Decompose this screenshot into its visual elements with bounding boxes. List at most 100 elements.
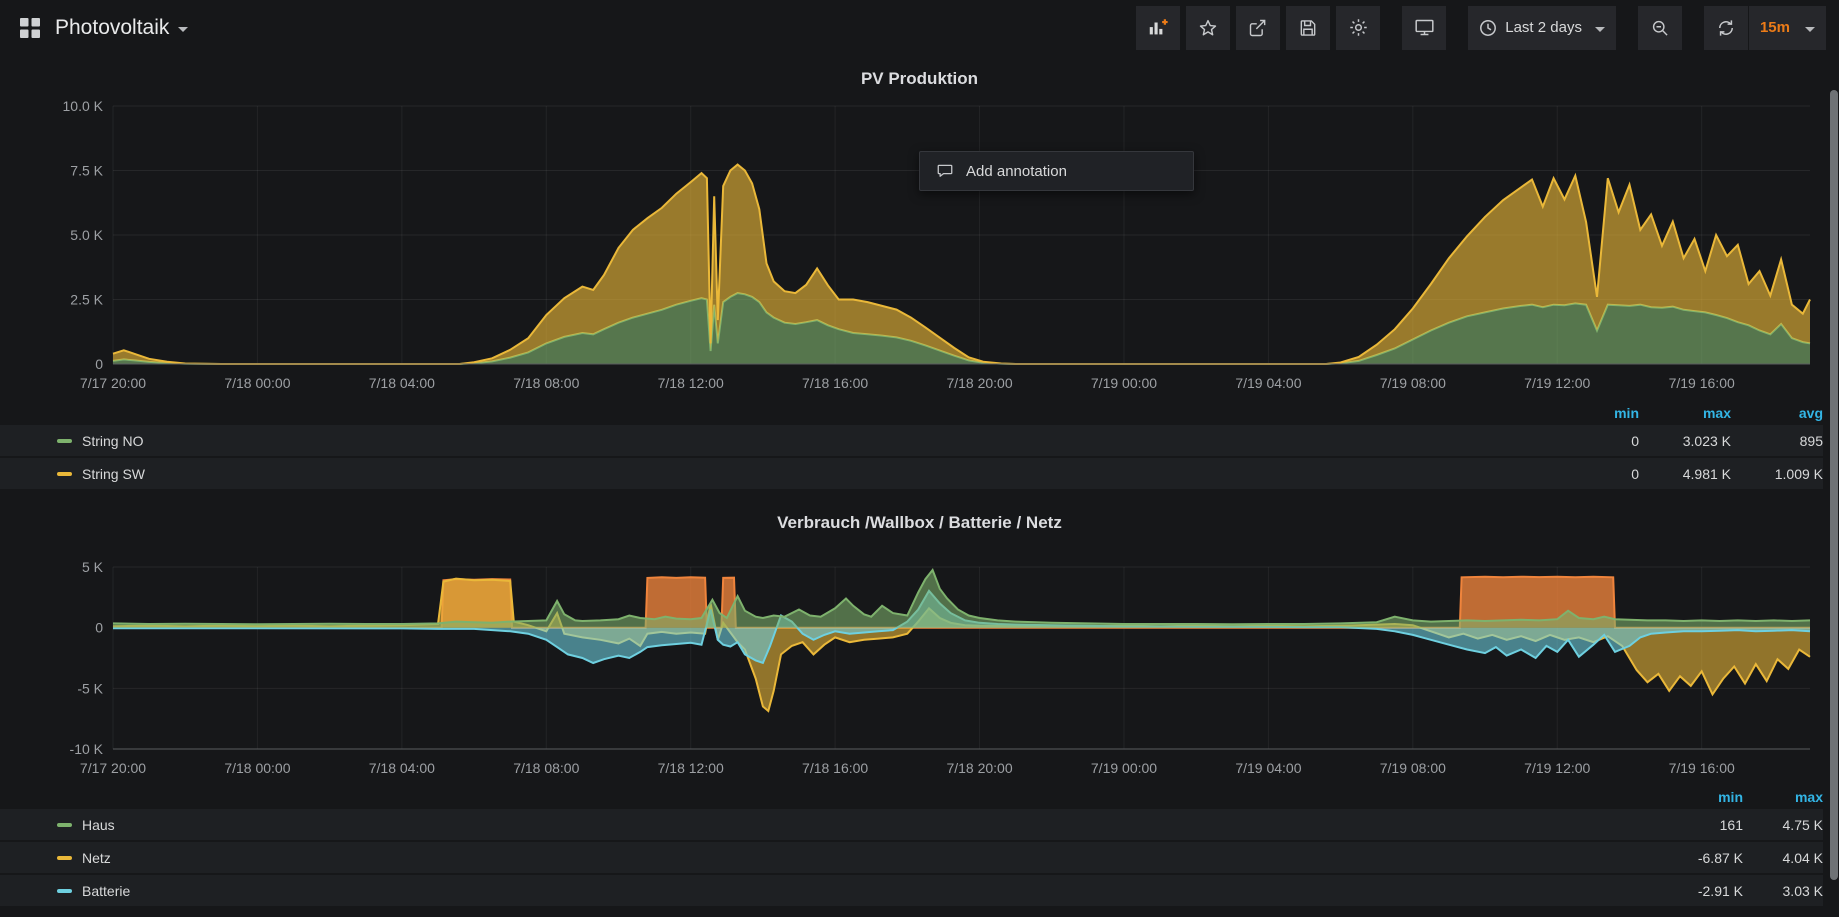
legend-column-header-avg[interactable]: avg bbox=[1731, 405, 1823, 421]
star-icon bbox=[1198, 18, 1218, 38]
legend-series-toggle-batterie[interactable]: Batterie bbox=[57, 883, 1663, 899]
top-navbar: Photovoltaik bbox=[0, 0, 1839, 55]
verbrauch-graph[interactable]: 7/17 20:00 7/18 00:00 7/18 04:00 7/18 08:00… bbox=[0, 533, 1839, 785]
add-panel-button[interactable] bbox=[1136, 6, 1180, 50]
panel-title-verbrauch[interactable]: Verbrauch /Wallbox / Batterie / Netz bbox=[0, 513, 1839, 533]
time-range-label: Last 2 days bbox=[1505, 19, 1582, 36]
cycle-view-mode-button[interactable] bbox=[1402, 6, 1446, 50]
series-color-swatch bbox=[57, 823, 72, 827]
legend-column-header-min[interactable]: min bbox=[1547, 405, 1639, 421]
share-icon bbox=[1248, 18, 1268, 38]
legend-stat-min-haus: 161 bbox=[1663, 817, 1743, 833]
chevron-down-icon bbox=[1805, 27, 1815, 32]
legend-stat-min-string-sw: 0 bbox=[1547, 466, 1639, 482]
add-annotation-label: Add annotation bbox=[966, 163, 1067, 180]
series-color-swatch bbox=[57, 472, 72, 476]
x-axis-tick-label: 7/18 08:00 bbox=[513, 760, 579, 776]
x-axis-tick-label: 7/18 20:00 bbox=[946, 760, 1012, 776]
add-panel-icon bbox=[1147, 17, 1169, 39]
x-axis-tick-label: 7/18 20:00 bbox=[946, 375, 1012, 391]
refresh-picker: 15m bbox=[1704, 6, 1826, 50]
y-axis-tick-label: -5 K bbox=[77, 680, 103, 696]
x-axis-tick-label: 7/19 08:00 bbox=[1380, 760, 1446, 776]
legend-series-toggle-netz[interactable]: Netz bbox=[57, 850, 1663, 866]
x-axis-tick-label: 7/18 00:00 bbox=[224, 375, 290, 391]
series-color-swatch bbox=[57, 439, 72, 443]
series-name: Netz bbox=[82, 850, 111, 866]
legend-header-row: minmaxavg bbox=[0, 401, 1823, 425]
refresh-interval-dropdown[interactable]: 15m bbox=[1749, 6, 1826, 50]
save-dashboard-button[interactable] bbox=[1286, 6, 1330, 50]
panel-title-pv-produktion[interactable]: PV Produktion bbox=[0, 69, 1839, 89]
legend-stat-min-string-no: 0 bbox=[1547, 433, 1639, 449]
refresh-icon bbox=[1716, 18, 1736, 38]
x-axis-tick-label: 7/18 00:00 bbox=[224, 760, 290, 776]
legend-column-header-max[interactable]: max bbox=[1743, 789, 1823, 805]
dashboard-title: Photovoltaik bbox=[55, 16, 169, 40]
verbrauch-legend: minmaxHaus1614.75 KNetz-6.87 K4.04 KBatt… bbox=[0, 785, 1839, 906]
y-axis-tick-label: 2.5 K bbox=[70, 292, 103, 308]
refresh-now-button[interactable] bbox=[1704, 6, 1748, 50]
legend-stat-max-string-no: 3.023 K bbox=[1639, 433, 1731, 449]
x-axis-tick-label: 7/18 16:00 bbox=[802, 760, 868, 776]
x-axis-tick-label: 7/18 12:00 bbox=[658, 760, 724, 776]
legend-series-toggle-haus[interactable]: Haus bbox=[57, 817, 1663, 833]
gear-icon bbox=[1348, 17, 1369, 38]
x-axis-tick-label: 7/19 04:00 bbox=[1235, 375, 1301, 391]
legend-column-header-max[interactable]: max bbox=[1639, 405, 1731, 421]
legend-row-string-sw: String SW04.981 K1.009 K bbox=[0, 458, 1823, 489]
pv-produktion-legend: minmaxavgString NO03.023 K895String SW04… bbox=[0, 401, 1839, 489]
legend-stat-max-haus: 4.75 K bbox=[1743, 817, 1823, 833]
time-range-picker[interactable]: Last 2 days bbox=[1468, 6, 1616, 50]
legend-row-netz: Netz-6.87 K4.04 K bbox=[0, 842, 1823, 873]
star-dashboard-button[interactable] bbox=[1186, 6, 1230, 50]
legend-stat-max-batterie: 3.03 K bbox=[1743, 883, 1823, 899]
legend-row-batterie: Batterie -2.91 K3.03 K bbox=[0, 875, 1823, 906]
x-axis-tick-label: 7/19 00:00 bbox=[1091, 760, 1157, 776]
legend-row-string-no: String NO 03.023 K895 bbox=[0, 425, 1823, 456]
legend-series-toggle-string-sw[interactable]: String SW bbox=[57, 466, 1547, 482]
series-color-swatch bbox=[57, 889, 72, 893]
x-axis-tick-label: 7/19 12:00 bbox=[1524, 760, 1590, 776]
chevron-down-icon bbox=[1595, 27, 1605, 32]
dashboard-grid-icon[interactable] bbox=[18, 16, 42, 40]
x-axis-tick-label: 7/18 04:00 bbox=[369, 375, 435, 391]
share-dashboard-button[interactable] bbox=[1236, 6, 1280, 50]
monitor-icon bbox=[1414, 17, 1435, 38]
x-axis-tick-label: 7/18 08:00 bbox=[513, 375, 579, 391]
series-name: Batterie bbox=[82, 883, 130, 899]
x-axis-tick-label: 7/18 12:00 bbox=[658, 375, 724, 391]
x-axis-tick-label: 7/17 20:00 bbox=[80, 760, 146, 776]
x-axis-tick-label: 7/17 20:00 bbox=[80, 375, 146, 391]
legend-column-header-min[interactable]: min bbox=[1663, 789, 1743, 805]
add-annotation-menu-item[interactable]: Add annotation bbox=[919, 151, 1194, 191]
x-axis-tick-label: 7/19 00:00 bbox=[1091, 375, 1157, 391]
legend-stat-avg-string-sw: 1.009 K bbox=[1731, 466, 1823, 482]
legend-header-row: minmax bbox=[0, 785, 1823, 809]
x-axis-tick-label: 7/18 04:00 bbox=[369, 760, 435, 776]
dashboard-title-dropdown[interactable]: Photovoltaik bbox=[55, 16, 188, 40]
save-icon bbox=[1298, 18, 1318, 38]
legend-series-toggle-string-no[interactable]: String NO bbox=[57, 433, 1547, 449]
y-axis-tick-label: 10.0 K bbox=[63, 98, 104, 114]
x-axis-tick-label: 7/19 16:00 bbox=[1669, 760, 1735, 776]
comment-bubble-icon bbox=[936, 162, 954, 180]
dashboard-settings-button[interactable] bbox=[1336, 6, 1380, 50]
x-axis-tick-label: 7/19 08:00 bbox=[1380, 375, 1446, 391]
y-axis-tick-label: 0 bbox=[95, 620, 103, 636]
chevron-down-icon bbox=[178, 27, 188, 32]
legend-stat-min-batterie: -2.91 K bbox=[1663, 883, 1743, 899]
y-axis-tick-label: -10 K bbox=[70, 741, 104, 757]
legend-stat-avg-string-no: 895 bbox=[1731, 433, 1823, 449]
series-name: String NO bbox=[82, 433, 143, 449]
series-color-swatch bbox=[57, 856, 72, 860]
scrollbar[interactable] bbox=[1829, 60, 1839, 917]
scrollbar-thumb[interactable] bbox=[1830, 90, 1838, 880]
zoom-out-button[interactable] bbox=[1638, 6, 1682, 50]
series-name: Haus bbox=[82, 817, 115, 833]
pv-produktion-graph[interactable]: 7/17 20:00 7/18 00:00 7/18 04:00 7/18 08:00… bbox=[0, 89, 1839, 401]
y-axis-tick-label: 0 bbox=[95, 356, 103, 372]
legend-stat-max-netz: 4.04 K bbox=[1743, 850, 1823, 866]
refresh-interval-label: 15m bbox=[1760, 19, 1790, 36]
legend-stat-max-string-sw: 4.981 K bbox=[1639, 466, 1731, 482]
